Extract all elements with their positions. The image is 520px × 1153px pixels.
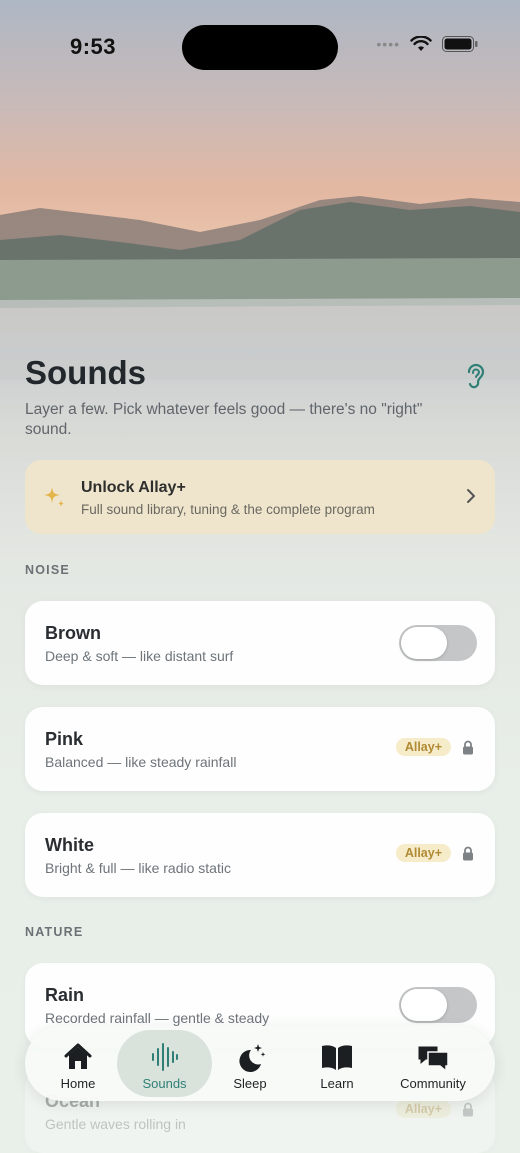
sound-row-brown[interactable]: Brown Deep & soft — like distant surf [25,601,495,685]
ear-icon[interactable] [462,362,488,390]
page-title: Sounds [25,354,146,391]
toggle-knob [401,989,447,1021]
sound-description: Deep & soft — like distant surf [45,648,234,664]
sound-name: White [45,835,94,855]
mountain-landscape-image [0,196,520,380]
unlock-title: Unlock Allay+ [81,479,186,496]
status-icons: •••• [376,36,478,52]
lock-icon [463,846,473,861]
moon-stars-icon [239,1044,266,1072]
toggle-knob [401,627,447,659]
sound-description: Balanced — like steady rainfall [45,754,237,770]
chat-bubbles-icon [417,1045,449,1072]
sound-name: Rain [45,985,85,1005]
lock-icon [463,1102,473,1117]
wifi-icon [410,36,432,51]
page-subtitle: Layer a few. Pick whatever feels good — … [25,401,423,438]
background-landscape [0,0,520,1129]
tab-sleep[interactable]: Sleep [205,1030,295,1097]
tab-community[interactable]: Community [385,1030,481,1097]
sound-name: Pink [45,729,84,749]
sound-description: Gentle waves rolling in [45,1116,186,1132]
house-icon [64,1043,92,1069]
tab-label: Sleep [233,1076,267,1091]
sound-name: Brown [45,623,101,643]
sound-description: Bright & full — like radio static [45,860,231,876]
tab-sounds[interactable]: Sounds [117,1030,212,1097]
unlock-allay-plus-card[interactable]: Unlock Allay+ Full sound library, tuning… [25,460,495,534]
rain-toggle[interactable] [399,987,477,1023]
sound-row-white[interactable]: White Bright & full — like radio static … [25,813,495,897]
unlock-subtitle: Full sound library, tuning & the complet… [81,502,375,517]
tab-label: Community [400,1076,466,1091]
section-header-nature: NATURE [25,925,84,939]
chevron-right-icon [467,489,475,503]
tab-learn[interactable]: Learn [293,1030,381,1097]
battery-icon [442,36,478,52]
signal-icon: •••• [376,36,400,52]
tab-home[interactable]: Home [29,1030,127,1097]
tab-label: Home [60,1076,96,1091]
status-time: 9:53 [70,34,117,59]
brown-toggle[interactable] [399,625,477,661]
premium-badge: Allay+ [395,844,451,862]
sparkle-icon [44,487,64,507]
section-header-noise: NOISE [25,563,70,577]
dynamic-island [182,25,338,70]
waveform-icon [151,1043,178,1071]
tab-label: Sounds [142,1076,187,1091]
premium-badge: Allay+ [395,1100,451,1118]
premium-badge: Allay+ [395,738,451,756]
book-icon [322,1045,352,1070]
sound-row-pink[interactable]: Pink Balanced — like steady rainfall All… [25,707,495,791]
tab-label: Learn [320,1076,354,1091]
lock-icon [463,740,473,755]
sound-description: Recorded rainfall — gentle & steady [45,1010,270,1026]
tab-bar: Home Sounds Sleep Learn Community [25,1026,495,1101]
